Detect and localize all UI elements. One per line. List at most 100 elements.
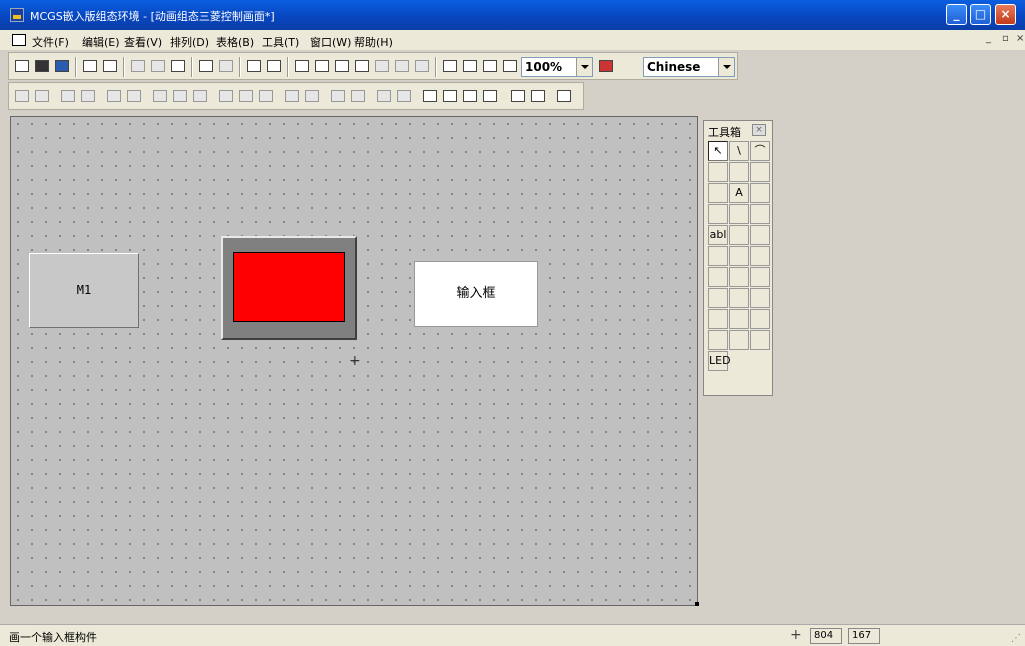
storage-icon[interactable] <box>750 309 770 329</box>
close-button[interactable]: × <box>995 4 1016 25</box>
font-button[interactable] <box>353 58 371 74</box>
align-top-button[interactable] <box>59 88 77 104</box>
canvas-indicator-lamp[interactable] <box>221 236 357 340</box>
ungroup-button[interactable] <box>395 88 413 104</box>
center-window-button[interactable] <box>217 88 235 104</box>
menu-arrange[interactable]: 排列(D) <box>170 34 209 50</box>
print-preview-button[interactable] <box>101 58 119 74</box>
history-curve-icon[interactable] <box>729 288 749 308</box>
textbox-icon[interactable]: abl <box>708 225 728 245</box>
report-icon[interactable] <box>729 330 749 350</box>
menu-view[interactable]: 查看(V) <box>124 34 162 50</box>
line-color-button[interactable] <box>313 58 331 74</box>
language-select[interactable]: Chinese <box>643 57 735 77</box>
flip-h-button[interactable] <box>283 88 301 104</box>
custom-table-icon[interactable] <box>729 309 749 329</box>
open-button[interactable] <box>33 58 51 74</box>
save-button[interactable] <box>53 58 71 74</box>
symbol-lib-icon[interactable] <box>750 204 770 224</box>
arc-icon[interactable]: ⌒ <box>750 141 770 161</box>
vertical-center-button[interactable] <box>105 88 123 104</box>
rect-icon[interactable] <box>708 162 728 182</box>
menu-table[interactable]: 表格(B) <box>216 34 254 50</box>
zoom-select[interactable]: 100% <box>521 57 593 77</box>
same-size-button[interactable] <box>151 88 169 104</box>
same-height-button[interactable] <box>171 88 189 104</box>
curve-icon[interactable] <box>708 288 728 308</box>
pump-icon[interactable] <box>708 267 728 287</box>
lock-button[interactable] <box>509 88 527 104</box>
menu-window[interactable]: 窗口(W) <box>310 34 351 50</box>
new-window-button[interactable] <box>13 58 31 74</box>
flow-icon[interactable] <box>750 225 770 245</box>
tank-icon[interactable] <box>729 204 749 224</box>
align-right-edge-button[interactable] <box>33 88 51 104</box>
align-bottom-button[interactable] <box>79 88 97 104</box>
print-button[interactable] <box>81 58 99 74</box>
properties-button[interactable] <box>441 58 459 74</box>
menu-tools[interactable]: 工具(T) <box>262 34 299 50</box>
menu-edit[interactable]: 编辑(E) <box>82 34 120 50</box>
language-button[interactable] <box>597 58 615 74</box>
resize-grip-icon[interactable]: ⋰ <box>1011 633 1021 644</box>
toolbox-close-icon[interactable]: × <box>752 124 766 136</box>
line-icon[interactable]: \ <box>729 141 749 161</box>
alarm-icon[interactable] <box>750 288 770 308</box>
led-dots-icon[interactable] <box>750 267 770 287</box>
bring-front-button[interactable] <box>421 88 439 104</box>
align-left-edge-button[interactable] <box>13 88 31 104</box>
horizontal-center-button[interactable] <box>125 88 143 104</box>
polygon-icon[interactable] <box>708 183 728 203</box>
check-button[interactable] <box>461 58 479 74</box>
center-h-button[interactable] <box>237 88 255 104</box>
ellipse-icon[interactable] <box>750 162 770 182</box>
cut-button[interactable] <box>129 58 147 74</box>
backward-button[interactable] <box>481 88 499 104</box>
text-icon[interactable]: A <box>729 183 749 203</box>
forward-button[interactable] <box>461 88 479 104</box>
group-button[interactable] <box>375 88 393 104</box>
rounded-rect-icon[interactable] <box>729 162 749 182</box>
pic-icon[interactable] <box>750 330 770 350</box>
valve-icon[interactable] <box>708 246 728 266</box>
menu-help[interactable]: 帮助(H) <box>354 34 393 50</box>
canvas-standard-button[interactable]: M1 <box>29 253 139 328</box>
undo-button[interactable] <box>197 58 215 74</box>
table-icon[interactable] <box>708 309 728 329</box>
rotate-right-button[interactable] <box>349 88 367 104</box>
fill-color-button[interactable] <box>293 58 311 74</box>
chevron-down-icon[interactable] <box>718 58 734 76</box>
gauge-icon[interactable] <box>729 267 749 287</box>
led-icon[interactable]: LED <box>708 351 731 371</box>
button-icon[interactable] <box>729 225 749 245</box>
pipe-icon[interactable] <box>708 204 728 224</box>
menu-file[interactable]: 文件(F) <box>32 34 69 50</box>
mdi-restore-icon[interactable]: ▫ <box>1002 33 1009 44</box>
restore-button[interactable]: □ <box>970 4 991 25</box>
run-button[interactable] <box>481 58 499 74</box>
align-button[interactable] <box>265 58 283 74</box>
rotate-icon[interactable] <box>750 246 770 266</box>
send-back-button[interactable] <box>441 88 459 104</box>
grid-button[interactable] <box>413 58 431 74</box>
pointer-icon[interactable]: ↖ <box>708 141 728 161</box>
center-v-button[interactable] <box>257 88 275 104</box>
same-width-button[interactable] <box>191 88 209 104</box>
trend-icon[interactable] <box>708 330 728 350</box>
font-color-button[interactable] <box>333 58 351 74</box>
align-center-button[interactable] <box>393 58 411 74</box>
design-canvas[interactable]: M1 输入框 + <box>10 116 699 606</box>
fixed-button[interactable] <box>529 88 547 104</box>
help-pointer-button[interactable] <box>501 58 519 74</box>
canvas-input-box[interactable]: 输入框 <box>414 261 538 327</box>
flip-v-button[interactable] <box>303 88 321 104</box>
redo-button[interactable] <box>217 58 235 74</box>
mdi-minimize-icon[interactable]: _ <box>986 33 991 44</box>
mdi-close-icon[interactable]: × <box>1016 33 1024 44</box>
chevron-down-icon[interactable] <box>576 58 592 76</box>
canvas-resize-handle[interactable] <box>695 602 699 606</box>
minimize-button[interactable]: _ <box>946 4 967 25</box>
toolbox-toggle-button[interactable] <box>245 58 263 74</box>
grid-toggle-button[interactable] <box>555 88 573 104</box>
paste-button[interactable] <box>169 58 187 74</box>
